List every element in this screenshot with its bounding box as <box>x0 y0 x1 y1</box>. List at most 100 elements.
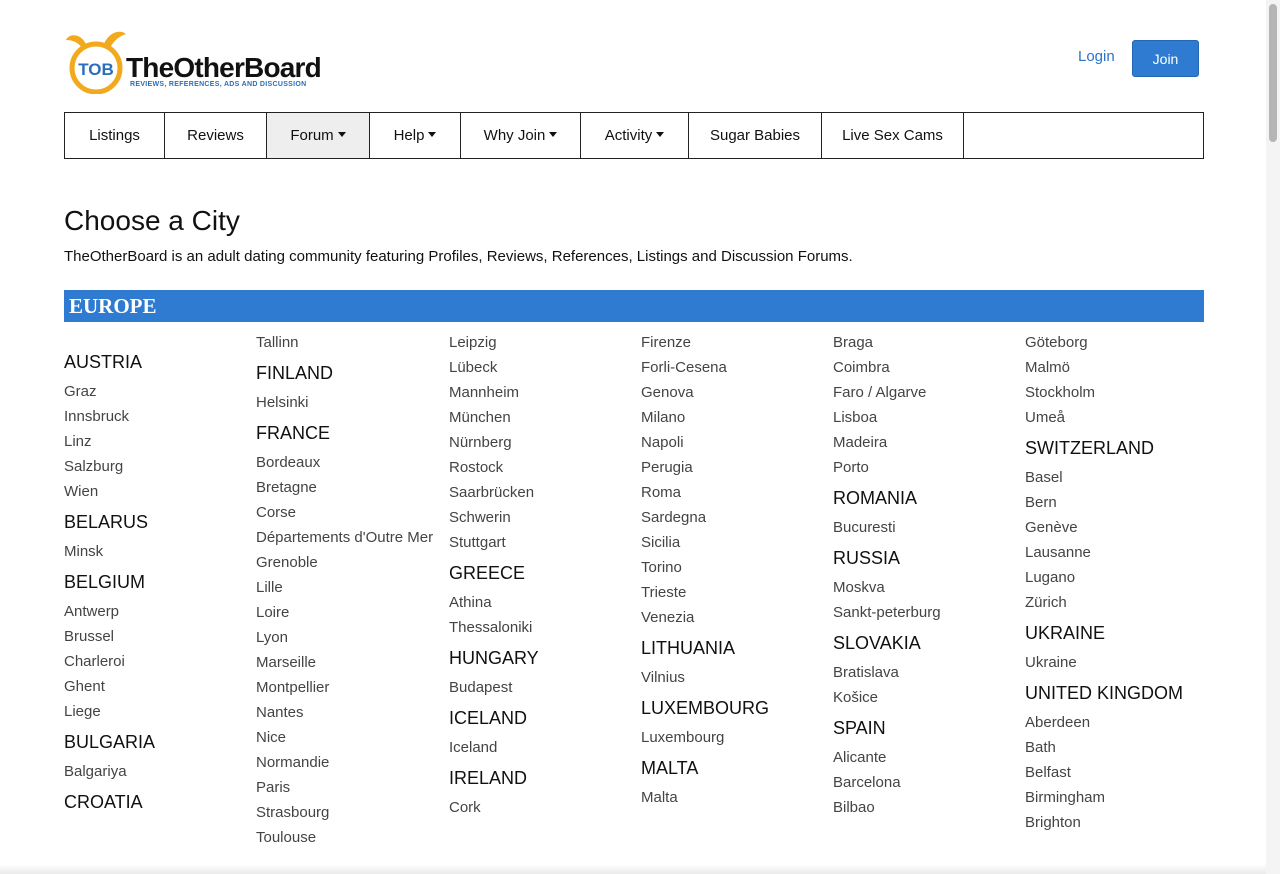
city-link[interactable]: Wien <box>64 479 254 504</box>
city-link[interactable]: Athina <box>449 590 639 615</box>
city-link[interactable]: Corse <box>256 500 446 525</box>
city-link[interactable]: Nice <box>256 725 446 750</box>
city-link[interactable]: Schwerin <box>449 505 639 530</box>
city-link[interactable]: Ghent <box>64 674 254 699</box>
city-link[interactable]: Rostock <box>449 455 639 480</box>
city-link[interactable]: Milano <box>641 405 831 430</box>
city-link[interactable]: Luxembourg <box>641 725 831 750</box>
city-link[interactable]: Salzburg <box>64 454 254 479</box>
city-link[interactable]: Bordeaux <box>256 450 446 475</box>
city-link[interactable]: Départements d'Outre Mer <box>256 525 446 550</box>
city-link[interactable]: Bath <box>1025 735 1215 760</box>
city-link[interactable]: Marseille <box>256 650 446 675</box>
nav-forum[interactable]: Forum <box>267 113 370 158</box>
city-link[interactable]: Madeira <box>833 430 1023 455</box>
nav-listings[interactable]: Listings <box>65 113 165 158</box>
city-link[interactable]: Lyon <box>256 625 446 650</box>
city-link[interactable]: Bern <box>1025 490 1215 515</box>
city-link[interactable]: Lisboa <box>833 405 1023 430</box>
city-link[interactable]: Napoli <box>641 430 831 455</box>
city-link[interactable]: Vilnius <box>641 665 831 690</box>
city-link[interactable]: Mannheim <box>449 380 639 405</box>
city-link[interactable]: Grenoble <box>256 550 446 575</box>
city-link[interactable]: Lausanne <box>1025 540 1215 565</box>
city-link[interactable]: Roma <box>641 480 831 505</box>
city-link[interactable]: Malmö <box>1025 355 1215 380</box>
city-link[interactable]: Perugia <box>641 455 831 480</box>
city-link[interactable]: Ukraine <box>1025 650 1215 675</box>
city-link[interactable]: Loire <box>256 600 446 625</box>
city-link[interactable]: Basel <box>1025 465 1215 490</box>
join-button[interactable]: Join <box>1132 40 1199 77</box>
city-link[interactable]: Genève <box>1025 515 1215 540</box>
city-link[interactable]: Paris <box>256 775 446 800</box>
city-link[interactable]: Innsbruck <box>64 404 254 429</box>
city-link[interactable]: Faro / Algarve <box>833 380 1023 405</box>
city-link[interactable]: Bretagne <box>256 475 446 500</box>
city-link[interactable]: Stuttgart <box>449 530 639 555</box>
city-link[interactable]: Sicilia <box>641 530 831 555</box>
city-link[interactable]: Liege <box>64 699 254 724</box>
city-link[interactable]: Nürnberg <box>449 430 639 455</box>
city-link[interactable]: Brighton <box>1025 810 1215 835</box>
city-link[interactable]: Sankt-peterburg <box>833 600 1023 625</box>
city-link[interactable]: Braga <box>833 330 1023 355</box>
vertical-scrollbar[interactable] <box>1266 0 1280 874</box>
city-link[interactable]: Coimbra <box>833 355 1023 380</box>
nav-help[interactable]: Help <box>370 113 461 158</box>
city-link[interactable]: Montpellier <box>256 675 446 700</box>
city-link[interactable]: Moskva <box>833 575 1023 600</box>
city-link[interactable]: Lille <box>256 575 446 600</box>
city-link[interactable]: Brussel <box>64 624 254 649</box>
city-link[interactable]: Trieste <box>641 580 831 605</box>
city-link[interactable]: Zürich <box>1025 590 1215 615</box>
city-link[interactable]: Belfast <box>1025 760 1215 785</box>
city-link[interactable]: Göteborg <box>1025 330 1215 355</box>
city-link[interactable]: Budapest <box>449 675 639 700</box>
city-link[interactable]: Lugano <box>1025 565 1215 590</box>
nav-sugar-babies[interactable]: Sugar Babies <box>689 113 822 158</box>
city-link[interactable]: Aberdeen <box>1025 710 1215 735</box>
city-link[interactable]: Porto <box>833 455 1023 480</box>
city-link[interactable]: Leipzig <box>449 330 639 355</box>
city-link[interactable]: Malta <box>641 785 831 810</box>
nav-activity[interactable]: Activity <box>581 113 689 158</box>
city-link[interactable]: Umeå <box>1025 405 1215 430</box>
scrollbar-thumb[interactable] <box>1269 4 1277 142</box>
city-link[interactable]: Stockholm <box>1025 380 1215 405</box>
city-link[interactable]: Forli-Cesena <box>641 355 831 380</box>
city-link[interactable]: Bucuresti <box>833 515 1023 540</box>
city-link[interactable]: Torino <box>641 555 831 580</box>
city-link[interactable]: Barcelona <box>833 770 1023 795</box>
city-link[interactable]: Thessaloniki <box>449 615 639 640</box>
city-link[interactable]: Graz <box>64 379 254 404</box>
city-link[interactable]: Linz <box>64 429 254 454</box>
city-link[interactable]: Bilbao <box>833 795 1023 820</box>
nav-why-join[interactable]: Why Join <box>461 113 581 158</box>
nav-reviews[interactable]: Reviews <box>165 113 267 158</box>
city-link[interactable]: Strasbourg <box>256 800 446 825</box>
nav-live-sex-cams[interactable]: Live Sex Cams <box>822 113 964 158</box>
city-link[interactable]: Tallinn <box>256 330 446 355</box>
city-link[interactable]: Saarbrücken <box>449 480 639 505</box>
login-link[interactable]: Login <box>1078 48 1115 65</box>
city-link[interactable]: Antwerp <box>64 599 254 624</box>
city-link[interactable]: Alicante <box>833 745 1023 770</box>
city-link[interactable]: Bratislava <box>833 660 1023 685</box>
city-link[interactable]: Firenze <box>641 330 831 355</box>
city-link[interactable]: Venezia <box>641 605 831 630</box>
city-link[interactable]: Genova <box>641 380 831 405</box>
site-logo[interactable]: TOB TheOtherBoard REVIEWS, REFERENCES, A… <box>64 30 322 94</box>
city-link[interactable]: Minsk <box>64 539 254 564</box>
city-link[interactable]: Nantes <box>256 700 446 725</box>
city-link[interactable]: Košice <box>833 685 1023 710</box>
city-link[interactable]: Lübeck <box>449 355 639 380</box>
city-link[interactable]: Charleroi <box>64 649 254 674</box>
city-link[interactable]: Normandie <box>256 750 446 775</box>
city-link[interactable]: München <box>449 405 639 430</box>
city-link[interactable]: Helsinki <box>256 390 446 415</box>
city-link[interactable]: Sardegna <box>641 505 831 530</box>
city-link[interactable]: Toulouse <box>256 825 446 850</box>
city-link[interactable]: Cork <box>449 795 639 820</box>
city-link[interactable]: Iceland <box>449 735 639 760</box>
